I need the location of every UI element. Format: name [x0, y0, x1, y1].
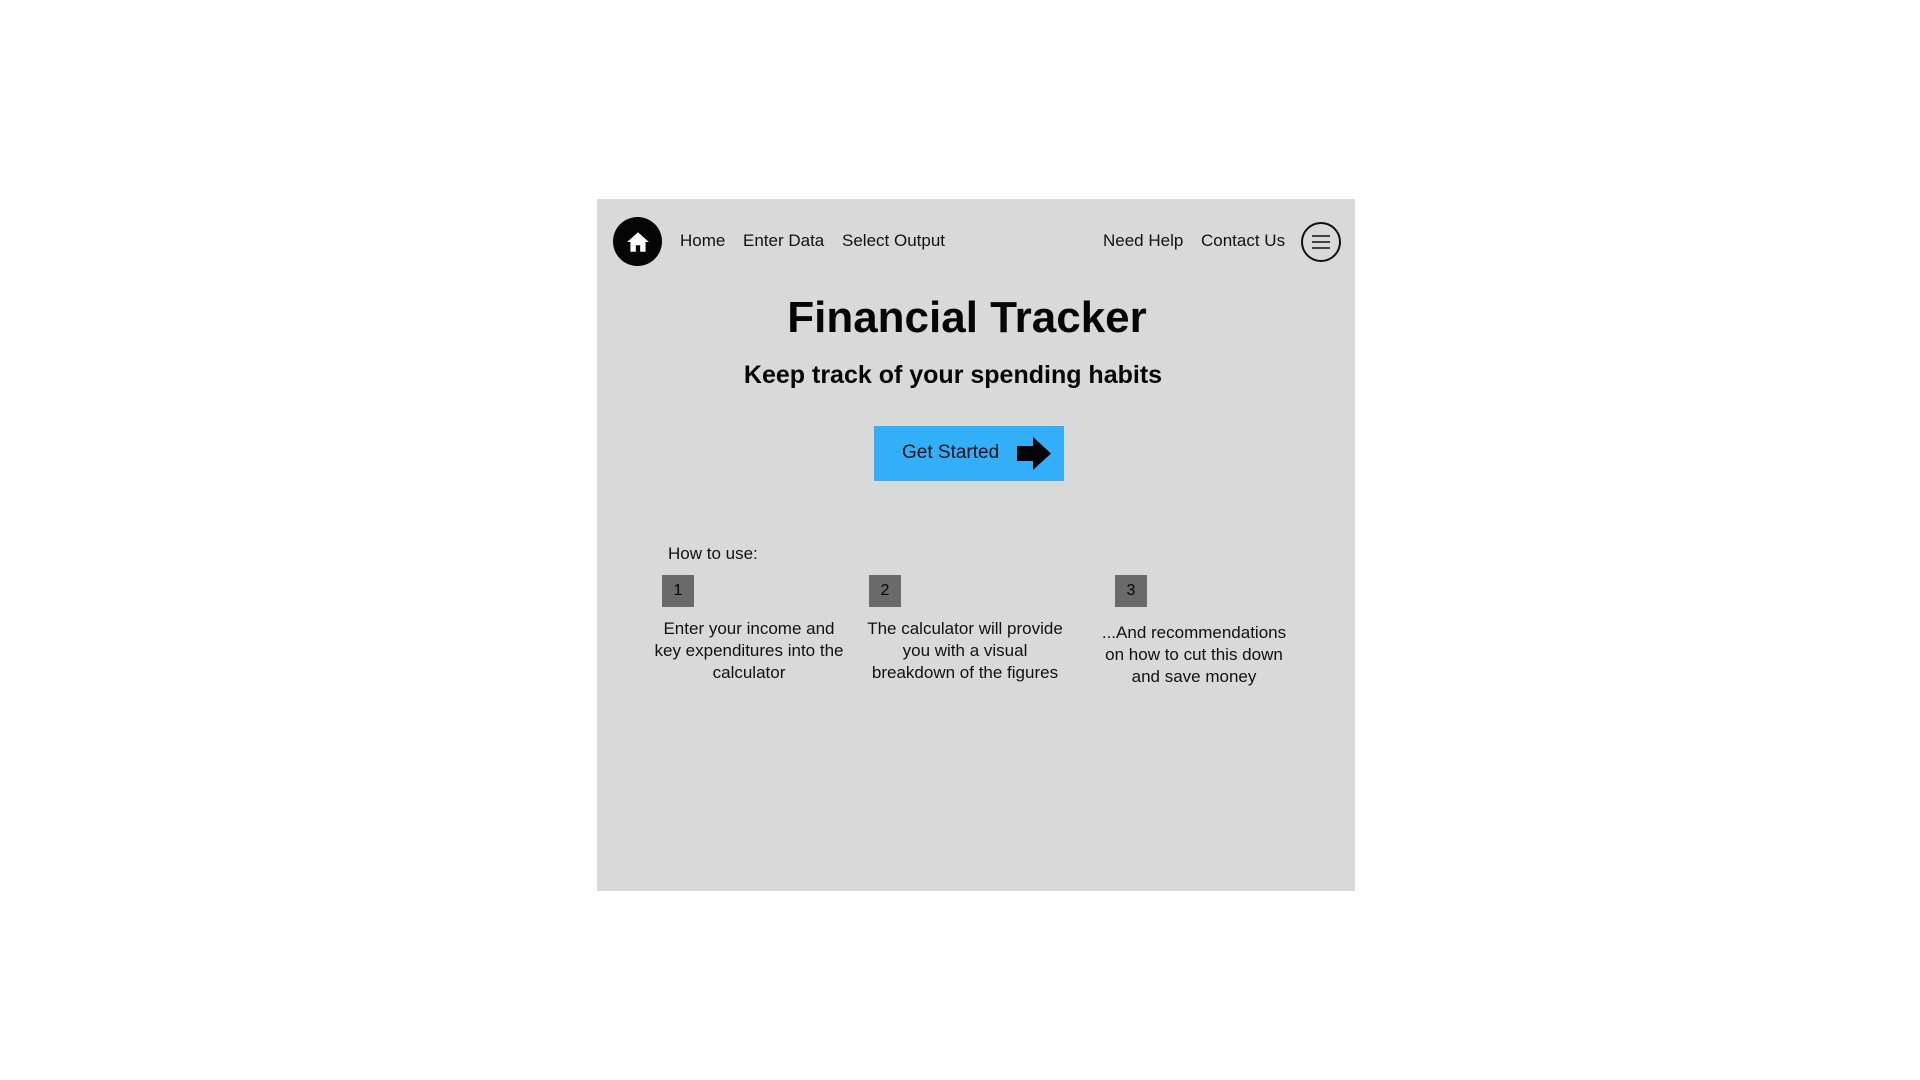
- page-subtitle: Keep track of your spending habits: [743, 361, 1163, 389]
- step-3-badge: 3: [1115, 575, 1147, 607]
- home-button[interactable]: [613, 217, 662, 266]
- nav-link-select-output[interactable]: Select Output: [842, 229, 945, 253]
- menu-button[interactable]: [1301, 222, 1341, 262]
- get-started-label: Get Started: [902, 442, 1000, 463]
- hamburger-menu-icon: [1312, 235, 1330, 249]
- get-started-button[interactable]: Get Started: [874, 426, 1064, 481]
- step-1-badge: 1: [662, 575, 694, 607]
- how-to-use-label: How to use:: [668, 544, 758, 563]
- nav-link-enter-data[interactable]: Enter Data: [743, 229, 824, 253]
- step-1-text: Enter your income and key expenditures i…: [654, 619, 844, 682]
- app-panel: Home Enter Data Select Output Need Help …: [597, 199, 1355, 891]
- page-title: Financial Tracker: [787, 293, 1147, 342]
- step-3-text: ...And recommendations on how to cut thi…: [1101, 623, 1287, 686]
- nav-link-contact-us[interactable]: Contact Us: [1201, 229, 1285, 253]
- step-2-badge: 2: [869, 575, 901, 607]
- arrow-right-icon: [1017, 437, 1051, 470]
- nav-link-need-help[interactable]: Need Help: [1103, 229, 1183, 253]
- nav-link-home[interactable]: Home: [680, 229, 725, 253]
- home-icon: [626, 231, 649, 252]
- step-2-text: The calculator will provide you with a v…: [867, 619, 1063, 682]
